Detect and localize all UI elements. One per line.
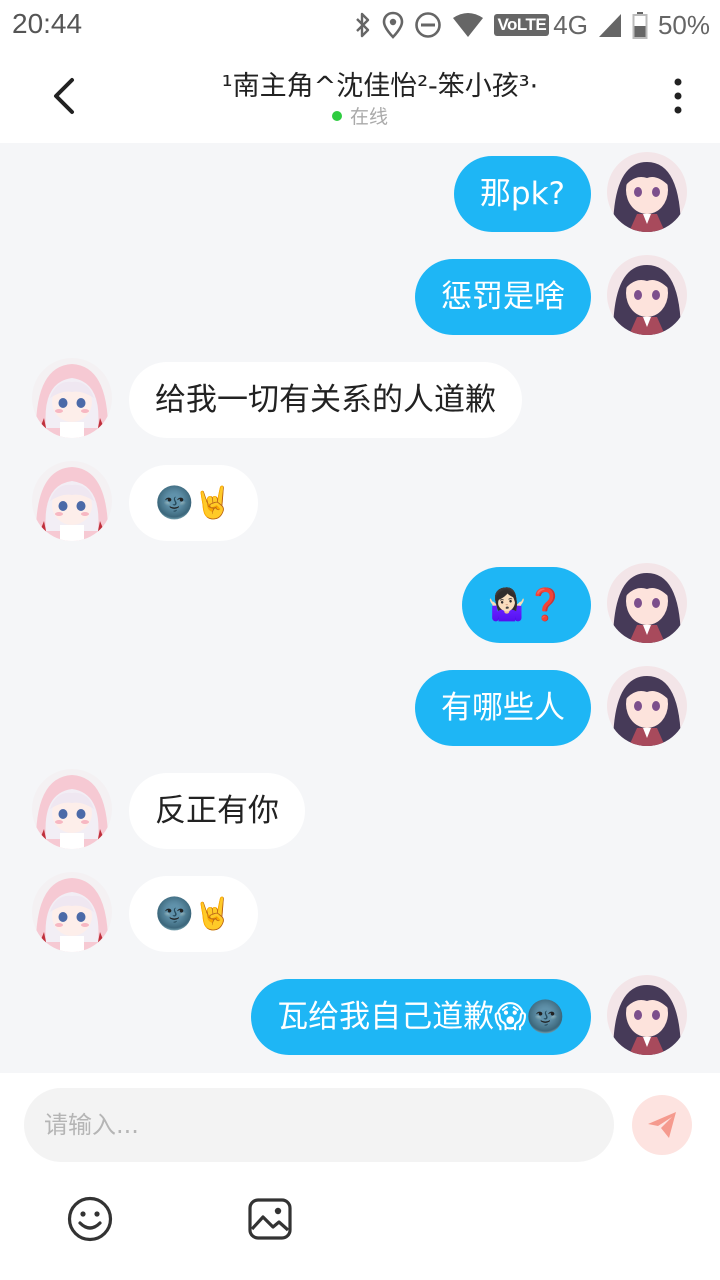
message-bubble[interactable]: 反正有你 xyxy=(129,773,305,849)
message-incoming: 🌚🤘 xyxy=(0,870,720,954)
message-outgoing: 🤷🏻‍♀️❓ xyxy=(0,561,720,645)
my-avatar[interactable] xyxy=(607,563,687,643)
image-icon[interactable] xyxy=(246,1195,294,1243)
online-dot-icon xyxy=(331,111,342,121)
send-button[interactable] xyxy=(632,1095,692,1155)
message-outgoing: 那pk? xyxy=(0,150,720,234)
message-outgoing: 惩罚是啥 xyxy=(0,253,720,337)
message-input[interactable] xyxy=(24,1088,614,1162)
smiley-icon[interactable] xyxy=(66,1195,114,1243)
location-icon xyxy=(383,11,404,39)
message-bubble[interactable]: 惩罚是啥 xyxy=(415,259,591,335)
chat-header: ¹南主角^沈佳怡²-笨小孩³· 在线 xyxy=(0,50,720,143)
message-incoming: 反正有你 xyxy=(0,767,720,851)
contact-avatar[interactable] xyxy=(32,872,112,952)
paper-plane-icon xyxy=(648,1112,676,1138)
my-avatar[interactable] xyxy=(607,255,687,335)
battery-percent: 50% xyxy=(657,9,710,40)
message-list[interactable]: 那pk? 惩罚是啥 给我一切有关系的人道歉 🌚🤘 🤷🏻‍♀️❓ 有哪些人 反正有… xyxy=(0,143,720,1073)
my-avatar[interactable] xyxy=(607,666,687,746)
my-avatar[interactable] xyxy=(607,152,687,232)
message-bubble[interactable]: 瓦给我自己道歉😱🌚 xyxy=(251,979,591,1055)
message-bubble[interactable]: 有哪些人 xyxy=(415,670,591,746)
contact-avatar[interactable] xyxy=(32,769,112,849)
my-avatar[interactable] xyxy=(607,975,687,1055)
message-outgoing: 有哪些人 xyxy=(0,664,720,748)
bluetooth-icon xyxy=(356,12,370,38)
message-input-wrapper[interactable] xyxy=(24,1088,614,1162)
status-time: 20:44 xyxy=(12,8,83,39)
message-incoming: 给我一切有关系的人道歉 xyxy=(0,356,720,440)
online-status: 在线 xyxy=(0,102,720,129)
network-type: 4G xyxy=(553,9,588,40)
message-outgoing: 瓦给我自己道歉😱🌚 xyxy=(0,973,720,1057)
status-icons: VoLTE 4G 50% xyxy=(354,9,710,41)
volte-badge: VoLTE xyxy=(494,14,550,36)
message-composer xyxy=(0,1073,720,1280)
message-bubble[interactable]: 🌚🤘 xyxy=(129,465,259,541)
contact-name: ¹南主角^沈佳怡²-笨小孩³· xyxy=(221,71,539,102)
message-bubble[interactable]: 🌚🤘 xyxy=(129,876,259,952)
contact-avatar[interactable] xyxy=(32,358,112,438)
online-status-label: 在线 xyxy=(349,106,388,128)
signal-icon xyxy=(598,14,621,37)
do-not-disturb-icon xyxy=(415,12,442,38)
message-bubble[interactable]: 🤷🏻‍♀️❓ xyxy=(461,567,591,643)
message-bubble[interactable]: 给我一切有关系的人道歉 xyxy=(129,362,522,438)
contact-avatar[interactable] xyxy=(32,461,112,541)
battery-icon xyxy=(632,12,648,39)
message-incoming: 🌚🤘 xyxy=(0,459,720,543)
wifi-icon xyxy=(453,13,484,37)
message-bubble[interactable]: 那pk? xyxy=(453,156,591,232)
status-bar: 20:44 VoLTE 4G 50% xyxy=(0,0,720,50)
more-menu-icon[interactable] xyxy=(666,76,690,116)
